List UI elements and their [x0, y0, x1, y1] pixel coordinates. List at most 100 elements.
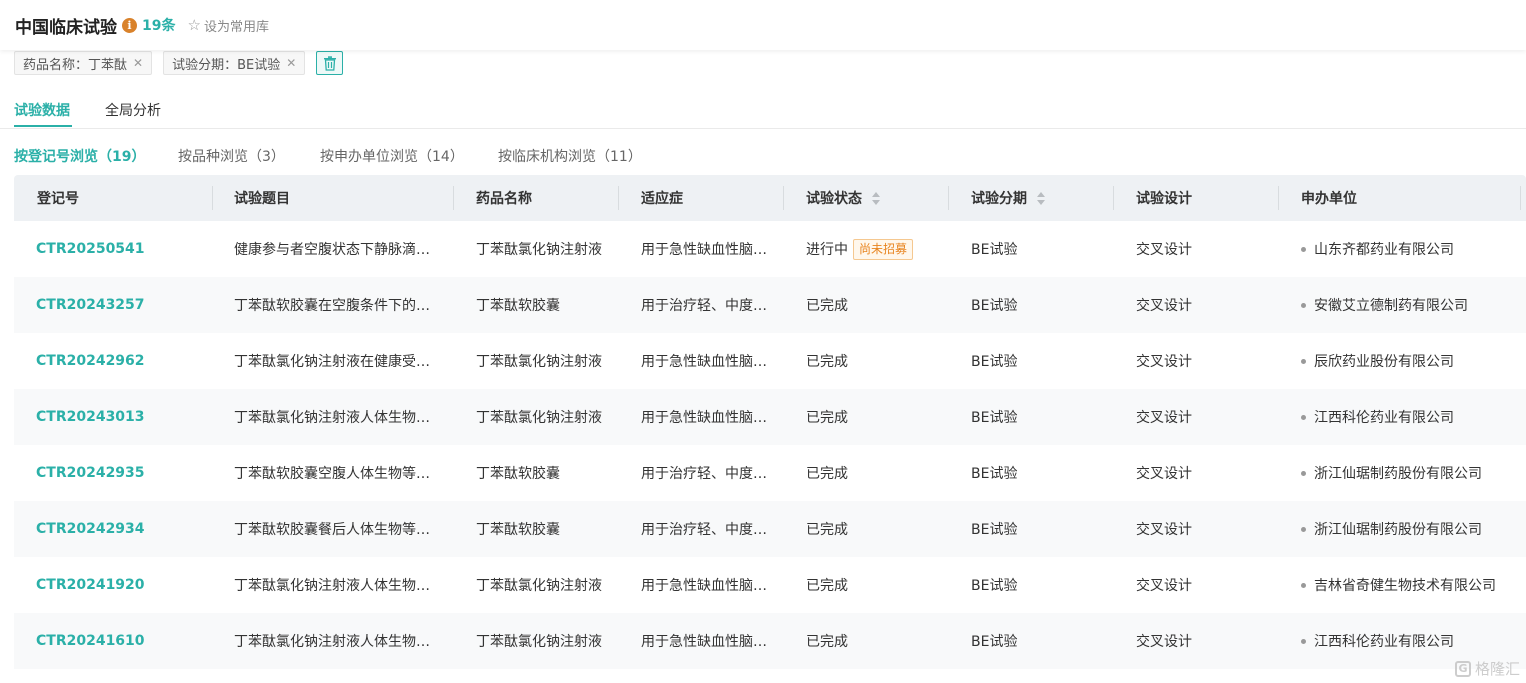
registration-number-link[interactable]: CTR20241610 [36, 633, 145, 649]
column-header-sponsor[interactable]: 申办单位 [1301, 175, 1357, 221]
sort-icon[interactable] [1037, 191, 1045, 205]
column-header-indication[interactable]: 适应症 [641, 175, 683, 221]
column-header-status[interactable]: 试验状态 [806, 175, 880, 221]
trial-design: 交叉设计 [1136, 298, 1192, 314]
trial-design: 交叉设计 [1136, 522, 1192, 538]
tab-global-analysis[interactable]: 全局分析 [105, 100, 161, 120]
trial-design-cell: 交叉设计 [1136, 613, 1276, 669]
drug-name-cell: 丁苯酞氯化钠注射液 [476, 389, 616, 445]
watermark-text: 格隆汇 [1474, 660, 1520, 678]
trial-title[interactable]: 丁苯酞软胶囊在空腹条件下的… [234, 295, 430, 315]
column-header-phase-label: 试验分期 [971, 191, 1027, 207]
trial-title[interactable]: 丁苯酞氯化钠注射液人体生物… [234, 575, 430, 595]
trial-design: 交叉设计 [1136, 466, 1192, 482]
trial-title[interactable]: 丁苯酞氯化钠注射液人体生物… [234, 631, 430, 651]
drug-name: 丁苯酞氯化钠注射液 [476, 410, 602, 426]
indication-cell: 用于急性缺血性脑… [641, 557, 781, 613]
bullet-icon [1301, 414, 1306, 420]
trial-phase-cell: BE试验 [971, 501, 1111, 557]
registration-number-link[interactable]: CTR20243013 [36, 409, 145, 425]
trial-status: 已完成 [806, 410, 848, 426]
table-row: CTR20242935 丁苯酞软胶囊空腹人体生物等… 丁苯酞软胶囊 用于治疗轻、中度…… [14, 445, 1526, 501]
tab-trial-data[interactable]: 试验数据 [14, 100, 70, 120]
indication: 用于急性缺血性脑… [641, 578, 767, 594]
trial-title[interactable]: 丁苯酞软胶囊餐后人体生物等… [234, 519, 430, 539]
registration-number-link-cell: CTR20241610 [36, 613, 206, 669]
bullet-icon [1301, 638, 1306, 644]
registration-number-link[interactable]: CTR20242962 [36, 353, 145, 369]
registration-number-link[interactable]: CTR20243257 [36, 297, 145, 313]
trial-title-cell: 丁苯酞氯化钠注射液人体生物… [234, 557, 444, 613]
column-header-drug[interactable]: 药品名称 [476, 175, 532, 221]
info-icon[interactable]: i [122, 17, 137, 33]
trial-status-cell: 已完成 [806, 389, 946, 445]
trial-phase: BE试验 [971, 578, 1018, 594]
column-header-title[interactable]: 试验题目 [234, 175, 290, 221]
trial-design: 交叉设计 [1136, 354, 1192, 370]
trial-title[interactable]: 健康参与者空腹状态下静脉滴… [234, 239, 430, 259]
subtab-by-variety[interactable]: 按品种浏览（3） [178, 146, 285, 166]
column-header-phase[interactable]: 试验分期 [971, 175, 1045, 221]
registration-number-link[interactable]: CTR20241920 [36, 577, 145, 593]
subtab-by-regno[interactable]: 按登记号浏览（19） [14, 146, 145, 166]
drug-name: 丁苯酞软胶囊 [476, 466, 560, 482]
table-row: CTR20243257 丁苯酞软胶囊在空腹条件下的… 丁苯酞软胶囊 用于治疗轻、中度…… [14, 277, 1526, 333]
trial-title-cell: 丁苯酞氯化钠注射液人体生物… [234, 613, 444, 669]
bullet-icon [1301, 582, 1306, 588]
indication: 用于治疗轻、中度… [641, 298, 767, 314]
subtab-by-sponsor[interactable]: 按申办单位浏览（14） [320, 146, 464, 166]
trial-status-cell: 进行中 尚未招募 [806, 221, 946, 277]
registration-number-link[interactable]: CTR20242935 [36, 465, 145, 481]
set-favorite-button[interactable]: ☆ 设为常用库 [187, 16, 268, 35]
active-tab-indicator [14, 125, 72, 127]
trial-status: 已完成 [806, 466, 848, 482]
subtab-by-institution[interactable]: 按临床机构浏览（11） [498, 146, 642, 166]
trial-design: 交叉设计 [1136, 578, 1192, 594]
trash-icon [323, 55, 336, 71]
clear-filters-button[interactable] [316, 51, 344, 75]
sponsor-cell: 安徽艾立德制药有限公司 [1301, 277, 1526, 333]
registration-number-link[interactable]: CTR20242934 [36, 521, 145, 537]
trial-status-cell: 已完成 [806, 557, 946, 613]
sort-icon[interactable] [872, 191, 880, 205]
column-header-design[interactable]: 试验设计 [1136, 175, 1192, 221]
trial-design-cell: 交叉设计 [1136, 221, 1276, 277]
registration-number-link-cell: CTR20243257 [36, 277, 206, 333]
star-icon: ☆ [187, 16, 201, 34]
close-icon[interactable]: ✕ [133, 56, 143, 70]
trial-design: 交叉设计 [1136, 410, 1192, 426]
indication-cell: 用于急性缺血性脑… [641, 389, 781, 445]
trial-title[interactable]: 丁苯酞氯化钠注射液在健康受… [234, 351, 430, 371]
column-header-regno[interactable]: 登记号 [37, 175, 79, 221]
drug-name-cell: 丁苯酞氯化钠注射液 [476, 333, 616, 389]
drug-name: 丁苯酞氯化钠注射液 [476, 242, 602, 258]
page-header: 中国临床试验 i 19条 ☆ 设为常用库 [0, 0, 1526, 50]
sponsor-cell: 江西科伦药业有限公司 [1301, 389, 1526, 445]
bullet-icon [1301, 358, 1306, 364]
trial-status-cell: 已完成 [806, 445, 946, 501]
filter-bar: 药品名称：丁苯酞 ✕ 试验分期：BE试验 ✕ [14, 51, 344, 75]
table-body: CTR20250541 健康参与者空腹状态下静脉滴… 丁苯酞氯化钠注射液 用于急性缺血… [14, 221, 1526, 669]
trial-design-cell: 交叉设计 [1136, 445, 1276, 501]
trial-title[interactable]: 丁苯酞软胶囊空腹人体生物等… [234, 463, 430, 483]
indication-cell: 用于治疗轻、中度… [641, 277, 781, 333]
sponsor: 安徽艾立德制药有限公司 [1314, 298, 1468, 314]
trial-phase-cell: BE试验 [971, 557, 1111, 613]
watermark: G 格隆汇 [1454, 658, 1520, 679]
drug-name-cell: 丁苯酞软胶囊 [476, 277, 616, 333]
trial-status-cell: 已完成 [806, 613, 946, 669]
registration-number-link[interactable]: CTR20250541 [36, 241, 145, 257]
drug-name-cell: 丁苯酞氯化钠注射液 [476, 221, 616, 277]
indication-cell: 用于治疗轻、中度… [641, 501, 781, 557]
registration-number-link-cell: CTR20250541 [36, 221, 206, 277]
trial-phase-cell: BE试验 [971, 389, 1111, 445]
filter-chip-phase: 试验分期：BE试验 ✕ [163, 51, 306, 75]
close-icon[interactable]: ✕ [286, 56, 296, 70]
trial-status: 进行中 [806, 242, 848, 258]
bullet-icon [1301, 526, 1306, 532]
trial-status: 已完成 [806, 522, 848, 538]
table-row: CTR20242934 丁苯酞软胶囊餐后人体生物等… 丁苯酞软胶囊 用于治疗轻、中度…… [14, 501, 1526, 557]
drug-name: 丁苯酞氯化钠注射液 [476, 354, 602, 370]
trial-title[interactable]: 丁苯酞氯化钠注射液人体生物… [234, 407, 430, 427]
sponsor: 江西科伦药业有限公司 [1314, 410, 1454, 426]
